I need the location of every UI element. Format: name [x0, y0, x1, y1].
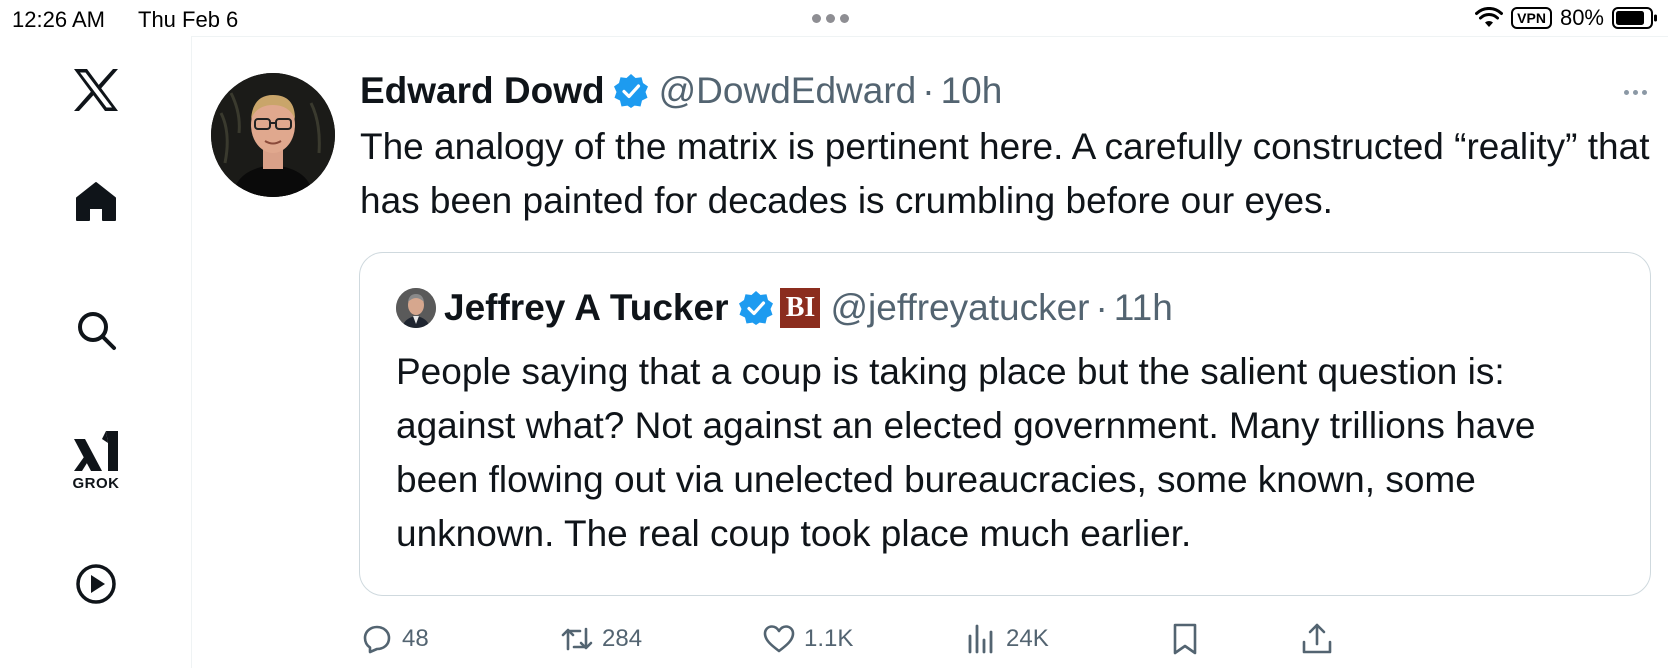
- vpn-badge: VPN: [1511, 7, 1552, 29]
- author-handle[interactable]: @DowdEdward: [659, 70, 917, 112]
- sidebar-nav: GROK: [0, 36, 192, 668]
- tweet-time[interactable]: 10h: [941, 70, 1003, 112]
- reply-icon: [363, 625, 391, 654]
- repost-button[interactable]: 284: [560, 618, 642, 660]
- sidebar-item-search[interactable]: [70, 304, 122, 356]
- affiliation-badge: BI: [780, 288, 821, 328]
- tweet-header: Edward Dowd @DowdEdward · 10h: [360, 68, 1002, 114]
- views-chart-icon: [968, 624, 993, 654]
- quoted-tweet-header: Jeffrey A Tucker BI @jeffreyatucker · 11…: [396, 287, 1173, 329]
- battery-percent: 80%: [1559, 5, 1604, 30]
- tweet-actions: 48 284 1.1K 24K: [360, 618, 1360, 660]
- quoted-verified-badge-icon: [739, 291, 774, 325]
- reply-button[interactable]: 48: [360, 618, 429, 660]
- grok-icon: [74, 430, 118, 471]
- bookmark-button[interactable]: [1168, 618, 1202, 660]
- quoted-author-name: Jeffrey A Tucker: [444, 287, 729, 328]
- status-bar: 12:26 AM Thu Feb 6 VPN 80%: [0, 0, 1668, 36]
- quoted-avatar-image: [396, 288, 436, 328]
- quoted-author-handle: @jeffreyatucker: [830, 287, 1090, 328]
- search-icon: [78, 312, 116, 350]
- status-indicators: VPN 80%: [1475, 5, 1658, 31]
- author-name[interactable]: Edward Dowd: [360, 70, 605, 112]
- grok-label: GROK: [72, 474, 120, 492]
- wifi-icon: [1475, 7, 1504, 27]
- views-button[interactable]: 24K: [964, 618, 1049, 660]
- quoted-tweet[interactable]: Jeffrey A Tucker BI @jeffreyatucker · 11…: [359, 252, 1651, 596]
- avatar-image: [211, 73, 335, 197]
- reply-count: 48: [402, 625, 429, 652]
- quoted-header-separator: ·: [1095, 287, 1108, 328]
- like-button[interactable]: 1.1K: [762, 618, 853, 660]
- repost-icon: [561, 627, 593, 651]
- more-options-icon[interactable]: [1615, 82, 1655, 102]
- sidebar-item-home[interactable]: [70, 176, 122, 228]
- like-count: 1.1K: [804, 625, 854, 652]
- sidebar-item-x-logo[interactable]: [70, 64, 122, 116]
- x-logo-icon: [74, 69, 118, 111]
- quoted-author-avatar: [396, 288, 436, 328]
- quoted-tweet-time: 11h: [1113, 287, 1173, 328]
- heart-icon: [763, 625, 795, 653]
- quoted-tweet-text: People saying that a coup is taking plac…: [396, 351, 1536, 554]
- share-button[interactable]: [1300, 618, 1334, 660]
- top-divider: [192, 36, 1668, 37]
- video-icon: [76, 564, 116, 604]
- battery-icon: [1612, 7, 1657, 29]
- bookmark-icon: [1173, 623, 1197, 655]
- status-date: Thu Feb 6: [138, 7, 239, 32]
- sidebar-item-grok[interactable]: GROK: [70, 424, 122, 496]
- status-time: 12:26 AM: [12, 7, 105, 32]
- author-avatar[interactable]: [211, 73, 335, 197]
- tweet-text: The analogy of the matrix is pertinent h…: [360, 126, 1650, 221]
- home-icon: [76, 182, 116, 221]
- sidebar-item-video[interactable]: [70, 558, 122, 610]
- repost-count: 284: [602, 625, 643, 652]
- views-count: 24K: [1006, 625, 1049, 652]
- multitasking-dots-icon[interactable]: [812, 14, 849, 23]
- header-separator: ·: [922, 70, 935, 111]
- share-icon: [1302, 623, 1332, 654]
- verified-badge-icon: [613, 74, 648, 108]
